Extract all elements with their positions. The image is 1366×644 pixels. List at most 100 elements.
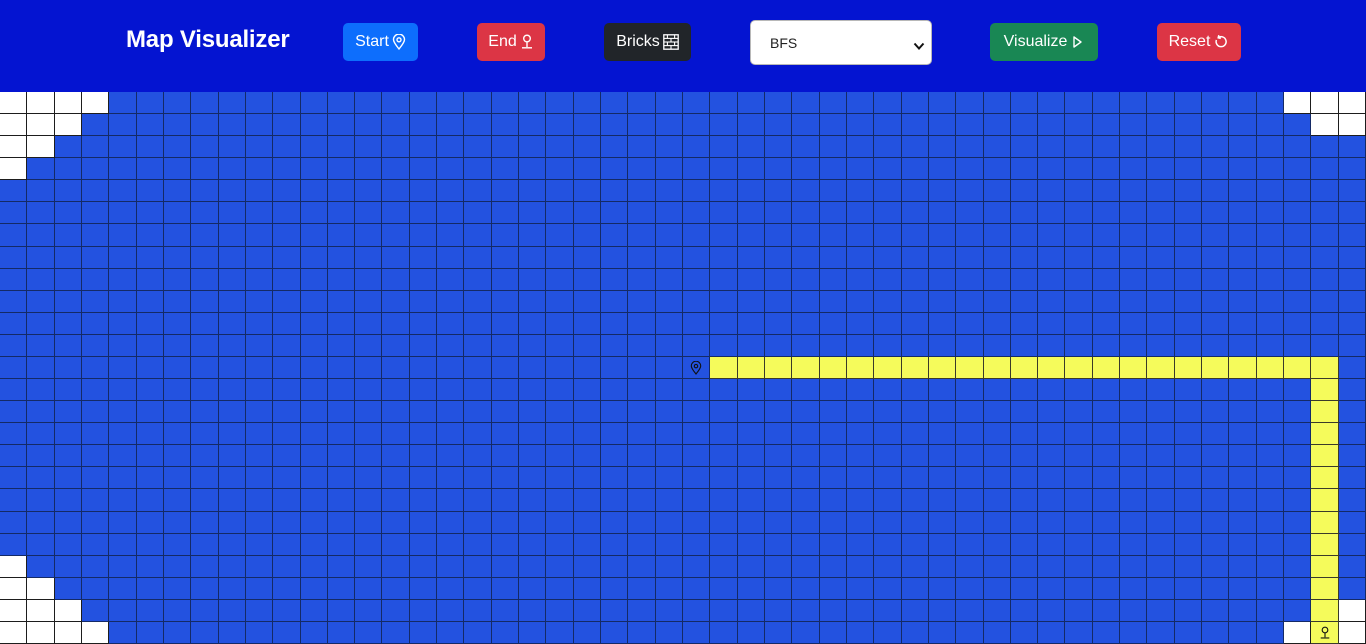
grid-cell-visited[interactable] — [984, 136, 1011, 158]
grid-cell-visited[interactable] — [656, 180, 683, 202]
grid-cell-visited[interactable] — [137, 467, 164, 489]
grid-cell-visited[interactable] — [1229, 423, 1257, 445]
grid-cell-visited[interactable] — [1038, 534, 1065, 556]
grid-cell-path[interactable] — [956, 357, 984, 379]
grid-cell-visited[interactable] — [191, 512, 219, 534]
grid-cell-visited[interactable] — [464, 489, 492, 512]
grid-cell-visited[interactable] — [328, 423, 355, 445]
grid-cell-visited[interactable] — [191, 534, 219, 556]
grid-cell-visited[interactable] — [1202, 489, 1229, 512]
grid-cell-visited[interactable] — [929, 600, 956, 622]
grid-cell-visited[interactable] — [246, 379, 273, 401]
grid-cell-visited[interactable] — [1093, 313, 1120, 335]
grid-cell-visited[interactable] — [27, 291, 55, 313]
grid-cell-visited[interactable] — [464, 357, 492, 379]
grid-cell-visited[interactable] — [464, 180, 492, 202]
grid-cell-visited[interactable] — [546, 224, 574, 247]
grid-cell-visited[interactable] — [492, 534, 519, 556]
grid-cell-visited[interactable] — [738, 622, 765, 644]
grid-cell-visited[interactable] — [1257, 158, 1284, 180]
grid-cell-visited[interactable] — [1120, 202, 1147, 224]
grid-cell-visited[interactable] — [628, 158, 656, 180]
grid-cell-visited[interactable] — [191, 556, 219, 578]
grid-cell-visited[interactable] — [738, 512, 765, 534]
grid-cell-visited[interactable] — [82, 534, 109, 556]
grid-cell-visited[interactable] — [109, 600, 137, 622]
grid-cell-visited[interactable] — [219, 423, 246, 445]
grid-cell-visited[interactable] — [355, 247, 382, 269]
grid-cell-visited[interactable] — [874, 445, 902, 467]
grid-cell-visited[interactable] — [519, 379, 546, 401]
grid-cell-visited[interactable] — [1339, 578, 1366, 600]
grid-cell-visited[interactable] — [1011, 423, 1038, 445]
grid-cell-visited[interactable] — [164, 224, 191, 247]
grid-cell-visited[interactable] — [0, 313, 27, 335]
grid-cell-visited[interactable] — [710, 556, 738, 578]
grid-cell-visited[interactable] — [929, 92, 956, 114]
grid-cell-visited[interactable] — [1065, 114, 1093, 136]
grid-cell-visited[interactable] — [628, 269, 656, 291]
grid-cell-visited[interactable] — [984, 512, 1011, 534]
grid-cell-visited[interactable] — [519, 92, 546, 114]
grid-cell-visited[interactable] — [82, 335, 109, 357]
grid-cell-visited[interactable] — [1038, 556, 1065, 578]
grid-cell-visited[interactable] — [273, 180, 301, 202]
grid-cell-visited[interactable] — [738, 291, 765, 313]
grid-cell-visited[interactable] — [902, 534, 929, 556]
grid-cell-visited[interactable] — [574, 114, 601, 136]
grid-cell-path[interactable] — [820, 357, 847, 379]
grid-cell-visited[interactable] — [492, 269, 519, 291]
grid-cell-visited[interactable] — [109, 445, 137, 467]
grid-cell-visited[interactable] — [1202, 534, 1229, 556]
grid-cell-visited[interactable] — [1175, 534, 1202, 556]
grid-cell-path[interactable] — [874, 357, 902, 379]
grid-cell-visited[interactable] — [1229, 114, 1257, 136]
grid-cell-visited[interactable] — [1339, 224, 1366, 247]
grid-cell-visited[interactable] — [1311, 180, 1339, 202]
grid-cell-visited[interactable] — [929, 467, 956, 489]
grid-cell-path[interactable] — [1311, 489, 1339, 512]
grid-cell-visited[interactable] — [191, 622, 219, 644]
grid-cell-visited[interactable] — [1339, 313, 1366, 335]
grid-cell-visited[interactable] — [82, 269, 109, 291]
grid-cell-visited[interactable] — [1284, 489, 1311, 512]
grid-cell-visited[interactable] — [464, 423, 492, 445]
grid-cell-visited[interactable] — [984, 489, 1011, 512]
grid-cell-visited[interactable] — [1229, 379, 1257, 401]
grid-cell-visited[interactable] — [902, 423, 929, 445]
grid-cell-visited[interactable] — [902, 379, 929, 401]
grid-cell-visited[interactable] — [82, 158, 109, 180]
grid-cell-visited[interactable] — [574, 423, 601, 445]
grid-cell-visited[interactable] — [164, 401, 191, 423]
grid-cell-visited[interactable] — [273, 600, 301, 622]
grid-cell-visited[interactable] — [1120, 313, 1147, 335]
grid-cell-visited[interactable] — [191, 600, 219, 622]
grid-cell-visited[interactable] — [765, 489, 792, 512]
grid-cell-visited[interactable] — [1339, 202, 1366, 224]
grid-cell-path[interactable] — [1093, 357, 1120, 379]
grid-cell-visited[interactable] — [355, 534, 382, 556]
grid-cell-visited[interactable] — [820, 92, 847, 114]
grid-cell-visited[interactable] — [546, 578, 574, 600]
grid-cell-visited[interactable] — [1147, 401, 1175, 423]
grid-cell-visited[interactable] — [1311, 269, 1339, 291]
grid-cell-path[interactable] — [847, 357, 874, 379]
grid-cell-visited[interactable] — [874, 136, 902, 158]
grid-cell-visited[interactable] — [956, 622, 984, 644]
grid-cell-visited[interactable] — [683, 423, 710, 445]
grid-cell-visited[interactable] — [1065, 224, 1093, 247]
grid-cell-visited[interactable] — [1284, 445, 1311, 467]
grid-cell-visited[interactable] — [219, 467, 246, 489]
grid-cell-visited[interactable] — [1120, 269, 1147, 291]
grid-cell-visited[interactable] — [956, 445, 984, 467]
grid-cell-visited[interactable] — [164, 114, 191, 136]
grid-cell-visited[interactable] — [820, 622, 847, 644]
grid-cell-visited[interactable] — [1147, 600, 1175, 622]
grid-cell-visited[interactable] — [574, 379, 601, 401]
grid-cell-visited[interactable] — [1175, 247, 1202, 269]
grid-cell-visited[interactable] — [1065, 180, 1093, 202]
grid-cell-visited[interactable] — [929, 489, 956, 512]
grid-cell-visited[interactable] — [628, 556, 656, 578]
grid-cell-visited[interactable] — [792, 467, 820, 489]
grid-cell-visited[interactable] — [984, 578, 1011, 600]
